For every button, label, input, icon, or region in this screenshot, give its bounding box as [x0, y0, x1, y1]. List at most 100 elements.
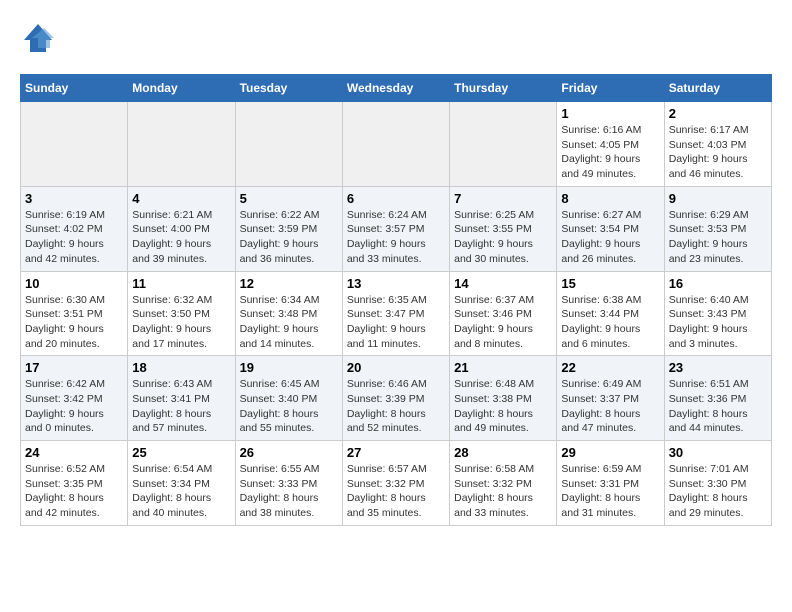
- calendar-cell: 6 Sunrise: 6:24 AM Sunset: 3:57 PM Daylig…: [342, 186, 449, 271]
- calendar-cell: 12 Sunrise: 6:34 AM Sunset: 3:48 PM Dayli…: [235, 271, 342, 356]
- day-info: Sunrise: 6:34 AM Sunset: 3:48 PM Dayligh…: [240, 293, 338, 352]
- calendar-cell: 21 Sunrise: 6:48 AM Sunset: 3:38 PM Dayli…: [450, 356, 557, 441]
- calendar-cell: 1 Sunrise: 6:16 AM Sunset: 4:05 PM Daylig…: [557, 102, 664, 187]
- calendar-cell: 3Sunrise: 6:19 AM Sunset: 4:02 PM Daylig…: [21, 186, 128, 271]
- day-info: Sunrise: 6:59 AM Sunset: 3:31 PM Dayligh…: [561, 462, 659, 521]
- day-info: Sunrise: 6:49 AM Sunset: 3:37 PM Dayligh…: [561, 377, 659, 436]
- day-number: 27: [347, 445, 445, 460]
- day-info: Sunrise: 6:43 AM Sunset: 3:41 PM Dayligh…: [132, 377, 230, 436]
- calendar-cell: 7 Sunrise: 6:25 AM Sunset: 3:55 PM Daylig…: [450, 186, 557, 271]
- calendar-cell: 22 Sunrise: 6:49 AM Sunset: 3:37 PM Dayli…: [557, 356, 664, 441]
- calendar-cell: 27 Sunrise: 6:57 AM Sunset: 3:32 PM Dayli…: [342, 441, 449, 526]
- day-info: Sunrise: 6:25 AM Sunset: 3:55 PM Dayligh…: [454, 208, 552, 267]
- weekday-header-row: SundayMondayTuesdayWednesdayThursdayFrid…: [21, 75, 772, 102]
- day-number: 26: [240, 445, 338, 460]
- calendar-cell: 29 Sunrise: 6:59 AM Sunset: 3:31 PM Dayli…: [557, 441, 664, 526]
- day-info: Sunrise: 6:27 AM Sunset: 3:54 PM Dayligh…: [561, 208, 659, 267]
- logo: [20, 20, 60, 56]
- day-number: 8: [561, 191, 659, 206]
- day-info: Sunrise: 6:42 AM Sunset: 3:42 PM Dayligh…: [25, 377, 123, 436]
- day-number: 16: [669, 276, 767, 291]
- calendar-cell: 4 Sunrise: 6:21 AM Sunset: 4:00 PM Daylig…: [128, 186, 235, 271]
- calendar-cell: 26 Sunrise: 6:55 AM Sunset: 3:33 PM Dayli…: [235, 441, 342, 526]
- day-info: Sunrise: 6:46 AM Sunset: 3:39 PM Dayligh…: [347, 377, 445, 436]
- day-number: 2: [669, 106, 767, 121]
- weekday-header-thursday: Thursday: [450, 75, 557, 102]
- weekday-header-tuesday: Tuesday: [235, 75, 342, 102]
- day-info: Sunrise: 6:21 AM Sunset: 4:00 PM Dayligh…: [132, 208, 230, 267]
- calendar-cell: 9 Sunrise: 6:29 AM Sunset: 3:53 PM Daylig…: [664, 186, 771, 271]
- day-number: 19: [240, 360, 338, 375]
- day-info: Sunrise: 6:48 AM Sunset: 3:38 PM Dayligh…: [454, 377, 552, 436]
- day-info: Sunrise: 6:40 AM Sunset: 3:43 PM Dayligh…: [669, 293, 767, 352]
- calendar-cell: 23Sunrise: 6:51 AM Sunset: 3:36 PM Dayli…: [664, 356, 771, 441]
- calendar-cell: [235, 102, 342, 187]
- logo-icon: [20, 20, 56, 56]
- day-info: Sunrise: 6:55 AM Sunset: 3:33 PM Dayligh…: [240, 462, 338, 521]
- calendar-cell: 25Sunrise: 6:54 AM Sunset: 3:34 PM Dayli…: [128, 441, 235, 526]
- day-number: 30: [669, 445, 767, 460]
- day-number: 18: [132, 360, 230, 375]
- calendar-cell: 15Sunrise: 6:38 AM Sunset: 3:44 PM Dayli…: [557, 271, 664, 356]
- day-number: 22: [561, 360, 659, 375]
- calendar-cell: 18 Sunrise: 6:43 AM Sunset: 3:41 PM Dayli…: [128, 356, 235, 441]
- day-number: 7: [454, 191, 552, 206]
- day-number: 13: [347, 276, 445, 291]
- weekday-header-saturday: Saturday: [664, 75, 771, 102]
- calendar-cell: 10 Sunrise: 6:30 AM Sunset: 3:51 PM Dayli…: [21, 271, 128, 356]
- day-number: 14: [454, 276, 552, 291]
- week-row-4: 17 Sunrise: 6:42 AM Sunset: 3:42 PM Dayli…: [21, 356, 772, 441]
- day-info: Sunrise: 6:45 AM Sunset: 3:40 PM Dayligh…: [240, 377, 338, 436]
- calendar-cell: 8 Sunrise: 6:27 AM Sunset: 3:54 PM Daylig…: [557, 186, 664, 271]
- day-number: 21: [454, 360, 552, 375]
- day-number: 9: [669, 191, 767, 206]
- calendar: SundayMondayTuesdayWednesdayThursdayFrid…: [20, 74, 772, 526]
- week-row-5: 24 Sunrise: 6:52 AM Sunset: 3:35 PM Dayli…: [21, 441, 772, 526]
- day-number: 1: [561, 106, 659, 121]
- calendar-cell: [21, 102, 128, 187]
- day-number: 17: [25, 360, 123, 375]
- weekday-header-wednesday: Wednesday: [342, 75, 449, 102]
- day-number: 11: [132, 276, 230, 291]
- day-info: Sunrise: 7:01 AM Sunset: 3:30 PM Dayligh…: [669, 462, 767, 521]
- calendar-cell: 30 Sunrise: 7:01 AM Sunset: 3:30 PM Dayli…: [664, 441, 771, 526]
- day-number: 25: [132, 445, 230, 460]
- day-info: Sunrise: 6:57 AM Sunset: 3:32 PM Dayligh…: [347, 462, 445, 521]
- weekday-header-friday: Friday: [557, 75, 664, 102]
- calendar-cell: [342, 102, 449, 187]
- day-number: 5: [240, 191, 338, 206]
- weekday-header-monday: Monday: [128, 75, 235, 102]
- day-info: Sunrise: 6:35 AM Sunset: 3:47 PM Dayligh…: [347, 293, 445, 352]
- day-number: 20: [347, 360, 445, 375]
- day-number: 4: [132, 191, 230, 206]
- day-info: Sunrise: 6:22 AM Sunset: 3:59 PM Dayligh…: [240, 208, 338, 267]
- day-number: 6: [347, 191, 445, 206]
- day-info: Sunrise: 6:16 AM Sunset: 4:05 PM Dayligh…: [561, 123, 659, 182]
- calendar-cell: 28Sunrise: 6:58 AM Sunset: 3:32 PM Dayli…: [450, 441, 557, 526]
- day-number: 10: [25, 276, 123, 291]
- day-info: Sunrise: 6:30 AM Sunset: 3:51 PM Dayligh…: [25, 293, 123, 352]
- day-info: Sunrise: 6:29 AM Sunset: 3:53 PM Dayligh…: [669, 208, 767, 267]
- day-info: Sunrise: 6:52 AM Sunset: 3:35 PM Dayligh…: [25, 462, 123, 521]
- day-number: 29: [561, 445, 659, 460]
- day-info: Sunrise: 6:37 AM Sunset: 3:46 PM Dayligh…: [454, 293, 552, 352]
- calendar-cell: 17 Sunrise: 6:42 AM Sunset: 3:42 PM Dayli…: [21, 356, 128, 441]
- day-info: Sunrise: 6:24 AM Sunset: 3:57 PM Dayligh…: [347, 208, 445, 267]
- day-number: 12: [240, 276, 338, 291]
- calendar-cell: 5 Sunrise: 6:22 AM Sunset: 3:59 PM Daylig…: [235, 186, 342, 271]
- calendar-cell: 13 Sunrise: 6:35 AM Sunset: 3:47 PM Dayli…: [342, 271, 449, 356]
- calendar-cell: 20 Sunrise: 6:46 AM Sunset: 3:39 PM Dayli…: [342, 356, 449, 441]
- calendar-cell: [128, 102, 235, 187]
- day-info: Sunrise: 6:38 AM Sunset: 3:44 PM Dayligh…: [561, 293, 659, 352]
- weekday-header-sunday: Sunday: [21, 75, 128, 102]
- day-info: Sunrise: 6:17 AM Sunset: 4:03 PM Dayligh…: [669, 123, 767, 182]
- calendar-cell: 14 Sunrise: 6:37 AM Sunset: 3:46 PM Dayli…: [450, 271, 557, 356]
- calendar-cell: 24 Sunrise: 6:52 AM Sunset: 3:35 PM Dayli…: [21, 441, 128, 526]
- calendar-cell: 16 Sunrise: 6:40 AM Sunset: 3:43 PM Dayli…: [664, 271, 771, 356]
- week-row-3: 10 Sunrise: 6:30 AM Sunset: 3:51 PM Dayli…: [21, 271, 772, 356]
- day-info: Sunrise: 6:19 AM Sunset: 4:02 PM Dayligh…: [25, 208, 123, 267]
- day-number: 23: [669, 360, 767, 375]
- day-number: 24: [25, 445, 123, 460]
- week-row-2: 3Sunrise: 6:19 AM Sunset: 4:02 PM Daylig…: [21, 186, 772, 271]
- calendar-cell: 19 Sunrise: 6:45 AM Sunset: 3:40 PM Dayli…: [235, 356, 342, 441]
